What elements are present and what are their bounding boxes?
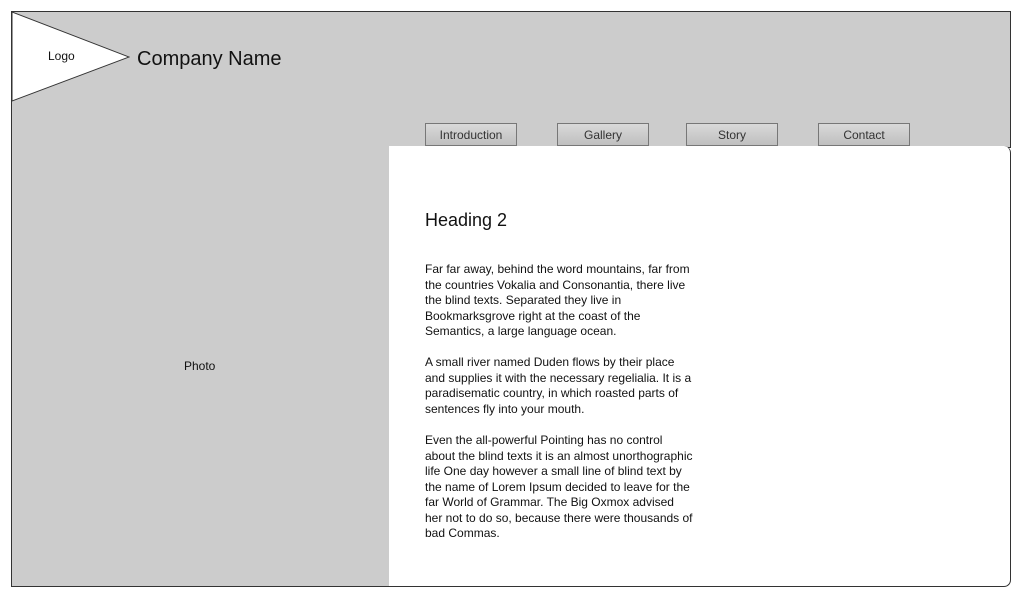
page-frame: Logo Company Name Introduction Gallery S… [11, 11, 1011, 587]
paragraph: A small river named Duden flows by their… [425, 355, 692, 416]
logo[interactable]: Logo [12, 12, 130, 102]
logo-label: Logo [48, 49, 75, 63]
paragraph: Far far away, behind the word mountains,… [425, 262, 690, 338]
paragraph: Even the all-powerful Pointing has no co… [425, 433, 693, 540]
photo-label: Photo [184, 359, 216, 373]
site-header: Logo Company Name Introduction Gallery S… [11, 11, 1011, 148]
main-content: Heading 2 Far far away, behind the word … [389, 146, 1011, 587]
company-name: Company Name [137, 48, 282, 70]
nav-contact-button[interactable]: Contact [818, 123, 910, 146]
page-heading: Heading 2 [425, 210, 508, 230]
photo-placeholder: Photo [11, 146, 390, 587]
nav-story-button[interactable]: Story [686, 123, 778, 146]
nav-gallery-button[interactable]: Gallery [557, 123, 649, 146]
nav-introduction-button[interactable]: Introduction [425, 123, 517, 146]
